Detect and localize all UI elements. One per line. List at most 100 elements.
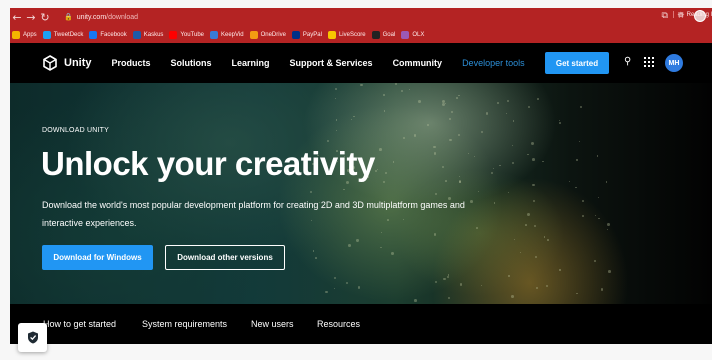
hero-texture-speck	[532, 183, 535, 186]
bookmark-item[interactable]: OLX	[401, 30, 424, 39]
hero-texture-speck	[544, 236, 546, 238]
subnav-resources[interactable]: Resources	[317, 319, 360, 329]
subnav-how-to-get-started[interactable]: How to get started	[43, 319, 116, 329]
hero-texture-speck	[379, 148, 382, 151]
unity-cube-icon	[43, 55, 57, 71]
hero-eyebrow: DOWNLOAD UNITY	[42, 127, 109, 134]
bookmark-item[interactable]: Facebook	[89, 30, 127, 39]
bookmark-label: KeepVid	[221, 31, 244, 38]
bookmark-label: Goal	[382, 31, 396, 38]
hero-texture-speck	[434, 192, 438, 196]
subnav-system-requirements[interactable]: System requirements	[142, 319, 227, 329]
hero-texture-speck	[575, 187, 577, 189]
hero-texture-speck	[511, 145, 513, 147]
install-icon[interactable]: ⧉	[661, 11, 667, 21]
get-started-button[interactable]: Get started	[545, 52, 609, 74]
hero-texture-speck	[443, 278, 446, 281]
lock-icon: 🔒	[64, 13, 73, 21]
reading-list[interactable]: ▤ Reading l	[672, 11, 712, 18]
shield-check-icon	[27, 331, 38, 344]
nav-products[interactable]: Products	[112, 58, 151, 68]
search-icon[interactable]: ⚲	[624, 56, 631, 67]
nav-learning[interactable]: Learning	[232, 58, 270, 68]
bookmark-item[interactable]: Apps	[12, 30, 37, 39]
unity-logo[interactable]: Unity	[42, 55, 92, 71]
bookmark-favicon-icon	[249, 30, 258, 39]
hero-texture-speck	[346, 281, 349, 284]
bookmark-item[interactable]: KeepVid	[210, 30, 244, 39]
hero-texture-speck	[596, 154, 599, 157]
bookmark-favicon-icon	[327, 30, 336, 39]
bookmark-item[interactable]: Kaskus	[132, 30, 163, 39]
brand-name: Unity	[64, 57, 92, 69]
bookmark-item[interactable]: Goal	[371, 30, 396, 39]
hero-subhead: Download the world's most popular develo…	[42, 200, 465, 228]
nav-support-services[interactable]: Support & Services	[290, 58, 373, 68]
hero-texture-speck	[333, 287, 336, 290]
hero-texture-speck	[606, 223, 610, 227]
bookmark-item[interactable]: YouTube	[169, 30, 204, 39]
hero-texture-speck	[446, 275, 450, 278]
hero-texture-speck	[417, 100, 421, 103]
hero-texture-speck	[414, 299, 417, 302]
hero-texture-speck	[383, 109, 386, 112]
bookmark-label: OneDrive	[260, 31, 286, 38]
download-subnav: How to get started System requirements N…	[10, 304, 712, 344]
hero-texture-speck	[448, 117, 451, 120]
hero-texture-speck	[531, 157, 535, 161]
user-avatar[interactable]: MH	[665, 54, 683, 72]
hero-texture-speck	[511, 161, 515, 165]
nav-community[interactable]: Community	[393, 58, 443, 68]
hero-texture-speck	[531, 141, 535, 145]
hero-texture-speck	[497, 102, 499, 104]
hero-texture-speck	[445, 102, 447, 105]
bookmark-label: Apps	[23, 31, 37, 38]
hero-texture-speck	[353, 115, 355, 118]
bookmark-item[interactable]: OneDrive	[249, 30, 286, 39]
bookmark-label: YouTube	[180, 31, 204, 38]
hero-texture-speck	[593, 260, 596, 263]
hero-texture-speck	[578, 141, 580, 143]
hero-texture-speck	[441, 166, 444, 169]
hero-texture-speck	[594, 214, 596, 216]
bookmark-item[interactable]: TweetDeck	[42, 30, 83, 39]
hero-texture-speck	[582, 215, 585, 218]
hero-texture-speck	[458, 94, 460, 97]
hero-texture-speck	[413, 134, 416, 137]
bookmark-favicon-icon	[42, 30, 51, 39]
download-windows-button[interactable]: Download for Windows	[42, 245, 153, 270]
download-other-versions-button[interactable]: Download other versions	[165, 245, 285, 270]
hero-texture-speck	[508, 191, 510, 193]
apps-grid-icon[interactable]	[644, 57, 654, 67]
bookmark-favicon-icon	[12, 30, 20, 39]
hero-texture-speck	[457, 133, 460, 137]
address-bar[interactable]: 🔒 unity.com/download	[64, 13, 138, 21]
reading-list-icon: ▤	[677, 12, 684, 18]
back-arrow-icon[interactable]: ←	[10, 11, 24, 24]
hero-texture-speck	[493, 167, 495, 170]
hero-texture-speck	[511, 295, 514, 299]
hero-texture-speck	[534, 224, 537, 227]
hero-texture-speck	[447, 296, 451, 300]
bookmark-label: LiveScore	[338, 31, 366, 38]
bookmark-item[interactable]: PayPal	[291, 30, 322, 39]
reload-icon[interactable]: ↻	[38, 11, 52, 24]
nav-solutions[interactable]: Solutions	[171, 58, 212, 68]
nav-developer-tools[interactable]: Developer tools	[462, 58, 525, 68]
hero-texture-speck	[458, 179, 462, 183]
hero-texture-speck	[409, 89, 411, 91]
forward-arrow-icon[interactable]: →	[24, 11, 38, 24]
hero-texture-speck	[507, 99, 510, 102]
hero-texture-speck	[310, 190, 312, 193]
hero-texture-speck	[327, 139, 330, 142]
hero-texture-speck	[600, 287, 604, 291]
subnav-new-users[interactable]: New users	[251, 319, 294, 329]
hero-texture-speck	[532, 199, 535, 202]
hero-texture-speck	[392, 160, 395, 163]
hero-texture-speck	[478, 190, 480, 193]
hero-texture-speck	[547, 239, 549, 241]
privacy-settings-button[interactable]	[18, 323, 47, 352]
hero-texture-speck	[581, 199, 584, 202]
bookmark-item[interactable]: LiveScore	[327, 30, 366, 39]
hero-texture-speck	[528, 105, 531, 108]
